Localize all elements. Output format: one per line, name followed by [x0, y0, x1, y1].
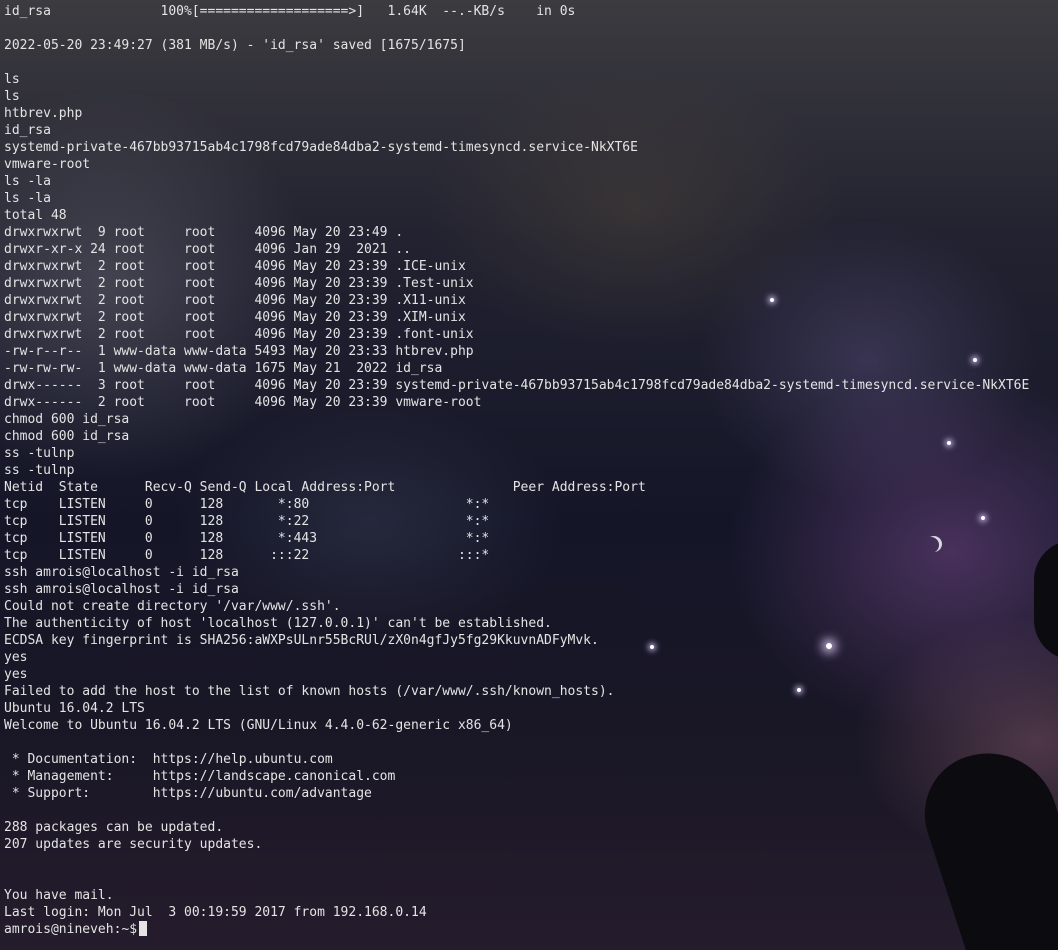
terminal-line: chmod 600 id_rsa	[4, 429, 130, 444]
terminal-line: * Support: https://ubuntu.com/advantage	[4, 786, 372, 801]
terminal-line: * Documentation: https://help.ubuntu.com	[4, 752, 333, 767]
terminal-line: -rw-rw-rw- 1 www-data www-data 1675 May …	[4, 361, 443, 376]
terminal-line: drwxrwxrwt 2 root root 4096 May 20 23:39…	[4, 293, 466, 308]
terminal-line: yes	[4, 667, 28, 682]
terminal-line: Netid State Recv-Q Send-Q Local Address:…	[4, 480, 646, 495]
terminal-line: drwxr-xr-x 24 root root 4096 Jan 29 2021…	[4, 242, 411, 257]
terminal-line: tcp LISTEN 0 128 *:22 *:*	[4, 514, 490, 529]
shell-prompt: amrois@nineveh:~$	[4, 922, 138, 937]
terminal-line: chmod 600 id_rsa	[4, 412, 130, 427]
terminal-line: htbrev.php	[4, 106, 83, 121]
command-prompt-row[interactable]: amrois@nineveh:~$	[4, 921, 1058, 938]
terminal-line: tcp LISTEN 0 128 *:80 *:*	[4, 497, 490, 512]
terminal-line: id_rsa 100%[===================>] 1.64K …	[4, 4, 576, 19]
terminal-line: tcp LISTEN 0 128 :::22 :::*	[4, 548, 490, 563]
terminal-line: Failed to add the host to the list of kn…	[4, 684, 615, 699]
terminal-line: ls	[4, 72, 20, 87]
terminal-line: 288 packages can be updated.	[4, 820, 224, 835]
terminal-line: ssh amrois@localhost -i id_rsa	[4, 565, 239, 580]
terminal-line: vmware-root	[4, 157, 91, 172]
terminal-line: You have mail.	[4, 888, 114, 903]
terminal-line: ls -la	[4, 191, 51, 206]
terminal-line: ss -tulnp	[4, 463, 75, 478]
terminal-line: drwx------ 3 root root 4096 May 20 23:39…	[4, 378, 1030, 393]
terminal-line: 2022-05-20 23:49:27 (381 MB/s) - 'id_rsa…	[4, 38, 466, 53]
terminal-line: ss -tulnp	[4, 446, 75, 461]
terminal-line: drwx------ 2 root root 4096 May 20 23:39…	[4, 395, 482, 410]
terminal-line: total 48	[4, 208, 67, 223]
terminal-line: ECDSA key fingerprint is SHA256:aWXPsULn…	[4, 633, 599, 648]
terminal-line: drwxrwxrwt 2 root root 4096 May 20 23:39…	[4, 310, 466, 325]
terminal-line: drwxrwxrwt 2 root root 4096 May 20 23:39…	[4, 259, 466, 274]
terminal-output: id_rsa 100%[===================>] 1.64K …	[4, 3, 1058, 938]
terminal-line: Ubuntu 16.04.2 LTS	[4, 701, 145, 716]
terminal-line: Could not create directory '/var/www/.ss…	[4, 599, 341, 614]
terminal-window[interactable]: id_rsa 100%[===================>] 1.64K …	[0, 0, 1058, 950]
terminal-line: Welcome to Ubuntu 16.04.2 LTS (GNU/Linux…	[4, 718, 513, 733]
terminal-line: drwxrwxrwt 2 root root 4096 May 20 23:39…	[4, 276, 474, 291]
terminal-line: 207 updates are security updates.	[4, 837, 263, 852]
terminal-line: The authenticity of host 'localhost (127…	[4, 616, 552, 631]
terminal-line: Last login: Mon Jul 3 00:19:59 2017 from…	[4, 905, 427, 920]
terminal-line: id_rsa	[4, 123, 51, 138]
terminal-line: -rw-r--r-- 1 www-data www-data 5493 May …	[4, 344, 474, 359]
terminal-line: drwxrwxrwt 2 root root 4096 May 20 23:39…	[4, 327, 474, 342]
terminal-line: drwxrwxrwt 9 root root 4096 May 20 23:49…	[4, 225, 404, 240]
terminal-line: * Management: https://landscape.canonica…	[4, 769, 396, 784]
terminal-line: ls	[4, 89, 20, 104]
terminal-line: systemd-private-467bb93715ab4c1798fcd79a…	[4, 140, 638, 155]
terminal-line: tcp LISTEN 0 128 *:443 *:*	[4, 531, 490, 546]
terminal-line: yes	[4, 650, 28, 665]
text-cursor	[139, 921, 148, 936]
terminal-line: ssh amrois@localhost -i id_rsa	[4, 582, 239, 597]
terminal-line: ls -la	[4, 174, 51, 189]
